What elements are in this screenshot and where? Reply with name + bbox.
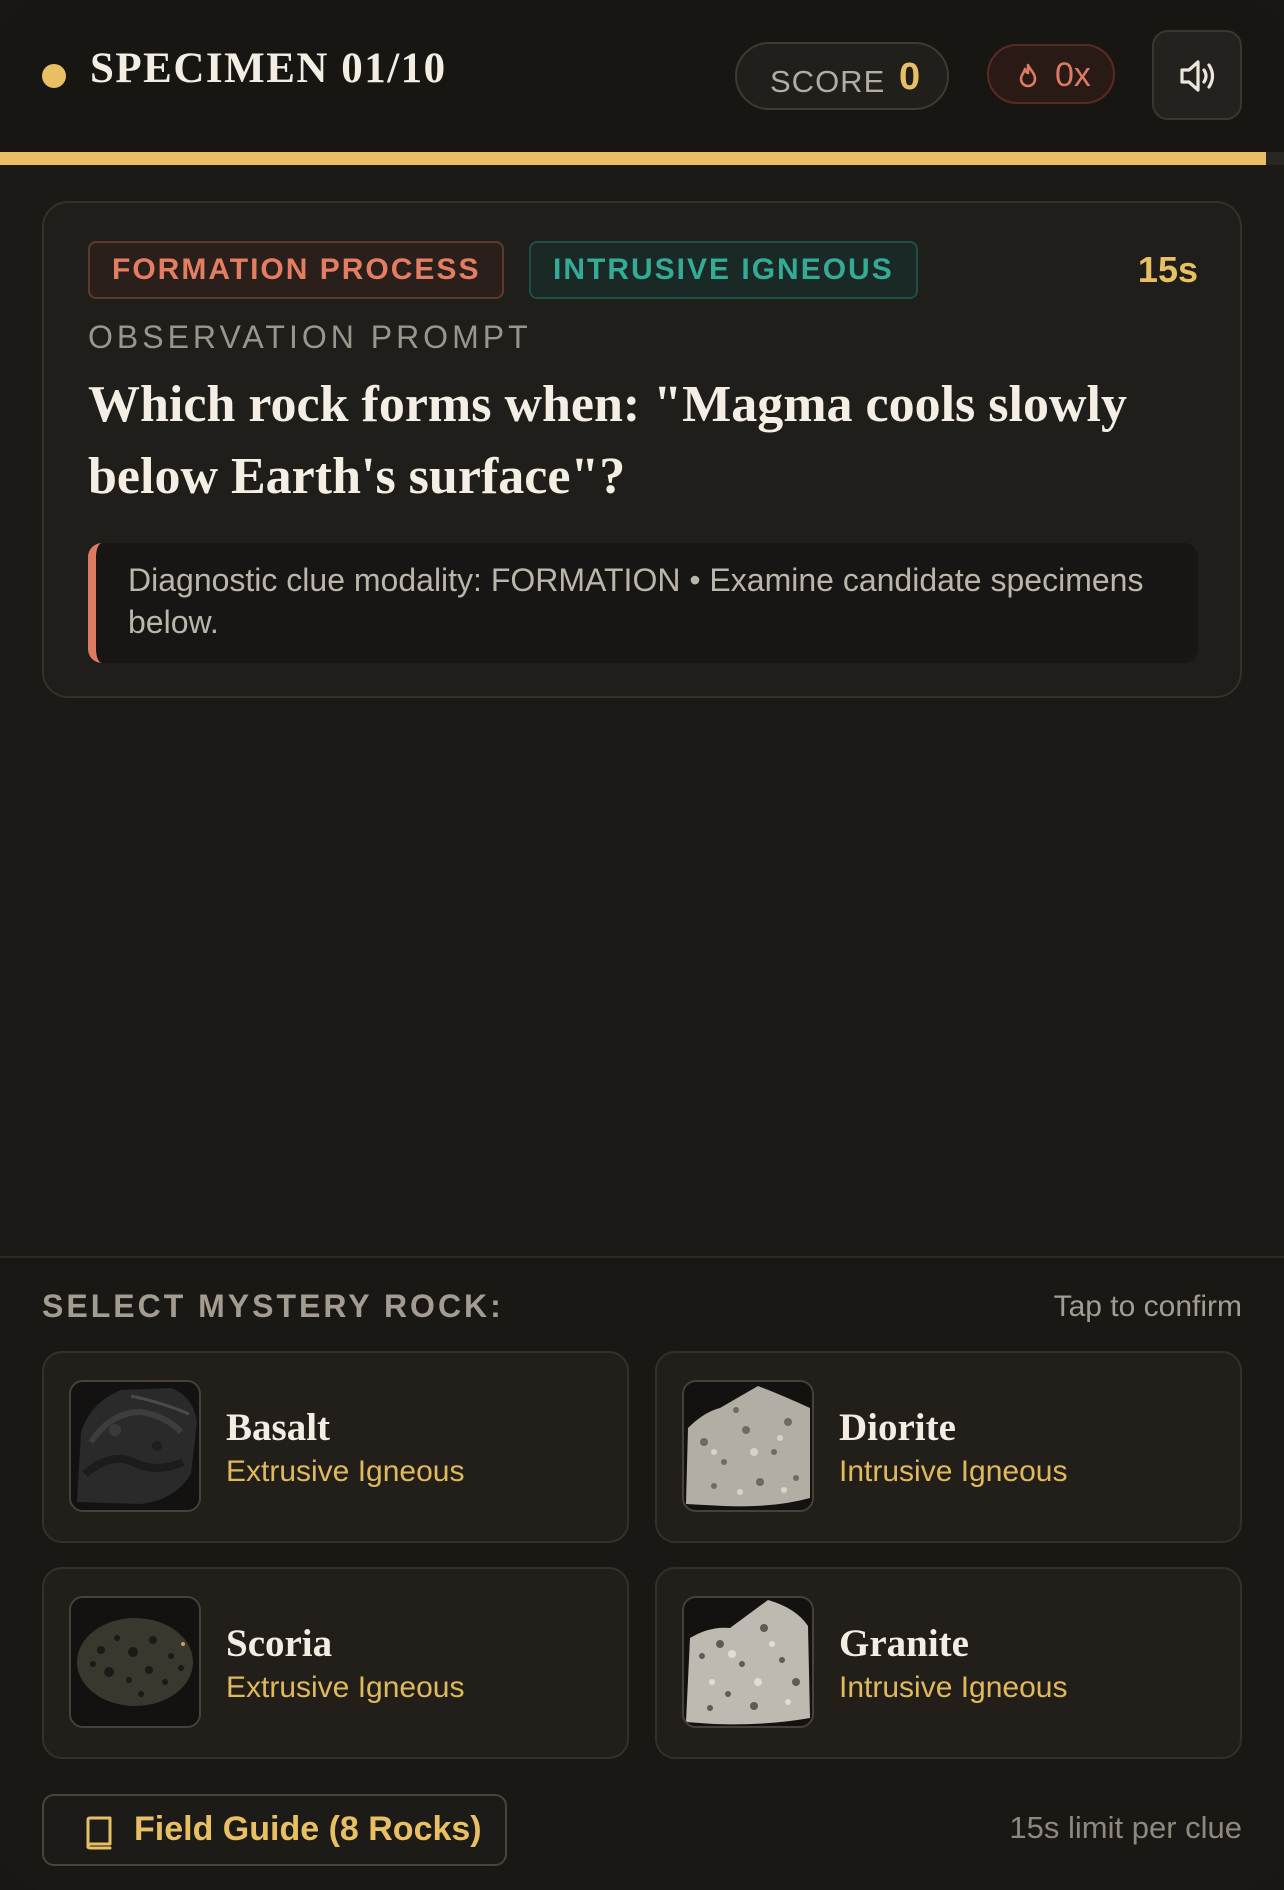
- rock-name: Basalt: [226, 1406, 331, 1449]
- score-badge: SCORE 0: [735, 42, 949, 110]
- granite-rock-icon: [684, 1598, 812, 1726]
- rock-option-basalt[interactable]: Basalt Extrusive Igneous: [42, 1351, 629, 1543]
- rock-option-scoria[interactable]: Scoria Extrusive Igneous: [42, 1567, 629, 1759]
- rock-type: Intrusive Igneous: [839, 1671, 1068, 1704]
- book-icon: [86, 1816, 112, 1850]
- countdown-timer: 15s: [1137, 249, 1198, 290]
- rock-class-tag: INTRUSIVE IGNEOUS: [529, 241, 918, 299]
- progress-bar-fill: [0, 152, 1267, 165]
- flame-icon: [1019, 63, 1037, 88]
- top-bar: SPECIMEN 01/10 SCORE 0 0x: [0, 0, 1284, 152]
- rock-option-granite[interactable]: Granite Intrusive Igneous: [655, 1567, 1242, 1759]
- basalt-thumbnail: [69, 1380, 201, 1512]
- rock-type: Extrusive Igneous: [226, 1671, 465, 1704]
- rock-type: Extrusive Igneous: [226, 1455, 465, 1488]
- scoria-thumbnail: [69, 1596, 201, 1728]
- diorite-thumbnail: [682, 1380, 814, 1512]
- specimen-counter: SPECIMEN 01/10: [90, 45, 447, 92]
- score-value: 0: [899, 56, 921, 98]
- rock-option-diorite[interactable]: Diorite Intrusive Igneous: [655, 1351, 1242, 1543]
- streak-badge: 0x: [987, 44, 1115, 104]
- basalt-rock-icon: [71, 1382, 199, 1510]
- app-screen: SPECIMEN 01/10 SCORE 0 0x FORMATION PROC…: [0, 0, 1284, 1890]
- field-guide-button[interactable]: Field Guide (8 Rocks): [42, 1794, 507, 1866]
- question-card: FORMATION PROCESS INTRUSIVE IGNEOUS 15s …: [42, 201, 1242, 698]
- clue-box: Diagnostic clue modality: FORMATION • Ex…: [88, 543, 1198, 663]
- rock-name: Scoria: [226, 1622, 333, 1665]
- selection-panel: SELECT MYSTERY ROCK: Tap to confirm Basa…: [0, 1258, 1284, 1890]
- speaker-icon: [1180, 60, 1215, 92]
- sound-toggle-button[interactable]: [1152, 30, 1242, 120]
- rock-name: Diorite: [839, 1406, 956, 1449]
- clue-text: Diagnostic clue modality: FORMATION • Ex…: [128, 562, 1144, 640]
- granite-thumbnail: [682, 1596, 814, 1728]
- time-limit-note: 15s limit per clue: [1009, 1810, 1242, 1845]
- observation-label: OBSERVATION PROMPT: [88, 319, 532, 355]
- streak-value: 0x: [1055, 56, 1091, 94]
- question-text: Which rock forms when: "Magma cools slow…: [88, 376, 1127, 505]
- score-label: SCORE: [770, 64, 886, 99]
- status-dot-icon: [42, 64, 66, 88]
- diorite-rock-icon: [684, 1382, 812, 1510]
- rock-name: Granite: [839, 1622, 969, 1665]
- tap-hint: Tap to confirm: [1053, 1290, 1242, 1323]
- progress-bar: [0, 152, 1284, 165]
- scoria-rock-icon: [71, 1598, 199, 1726]
- rock-type: Intrusive Igneous: [839, 1455, 1068, 1488]
- select-heading: SELECT MYSTERY ROCK:: [42, 1288, 504, 1324]
- category-tag: FORMATION PROCESS: [88, 241, 505, 299]
- field-guide-label: Field Guide (8 Rocks): [134, 1810, 482, 1848]
